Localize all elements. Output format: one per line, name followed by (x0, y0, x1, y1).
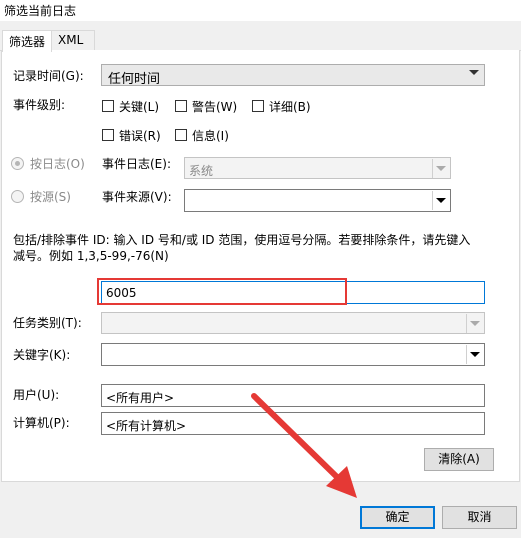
annotation-arrow (251, 393, 357, 498)
tab-filter[interactable]: 筛选器 (2, 30, 52, 52)
annotation-arrow-shaft (251, 393, 341, 481)
